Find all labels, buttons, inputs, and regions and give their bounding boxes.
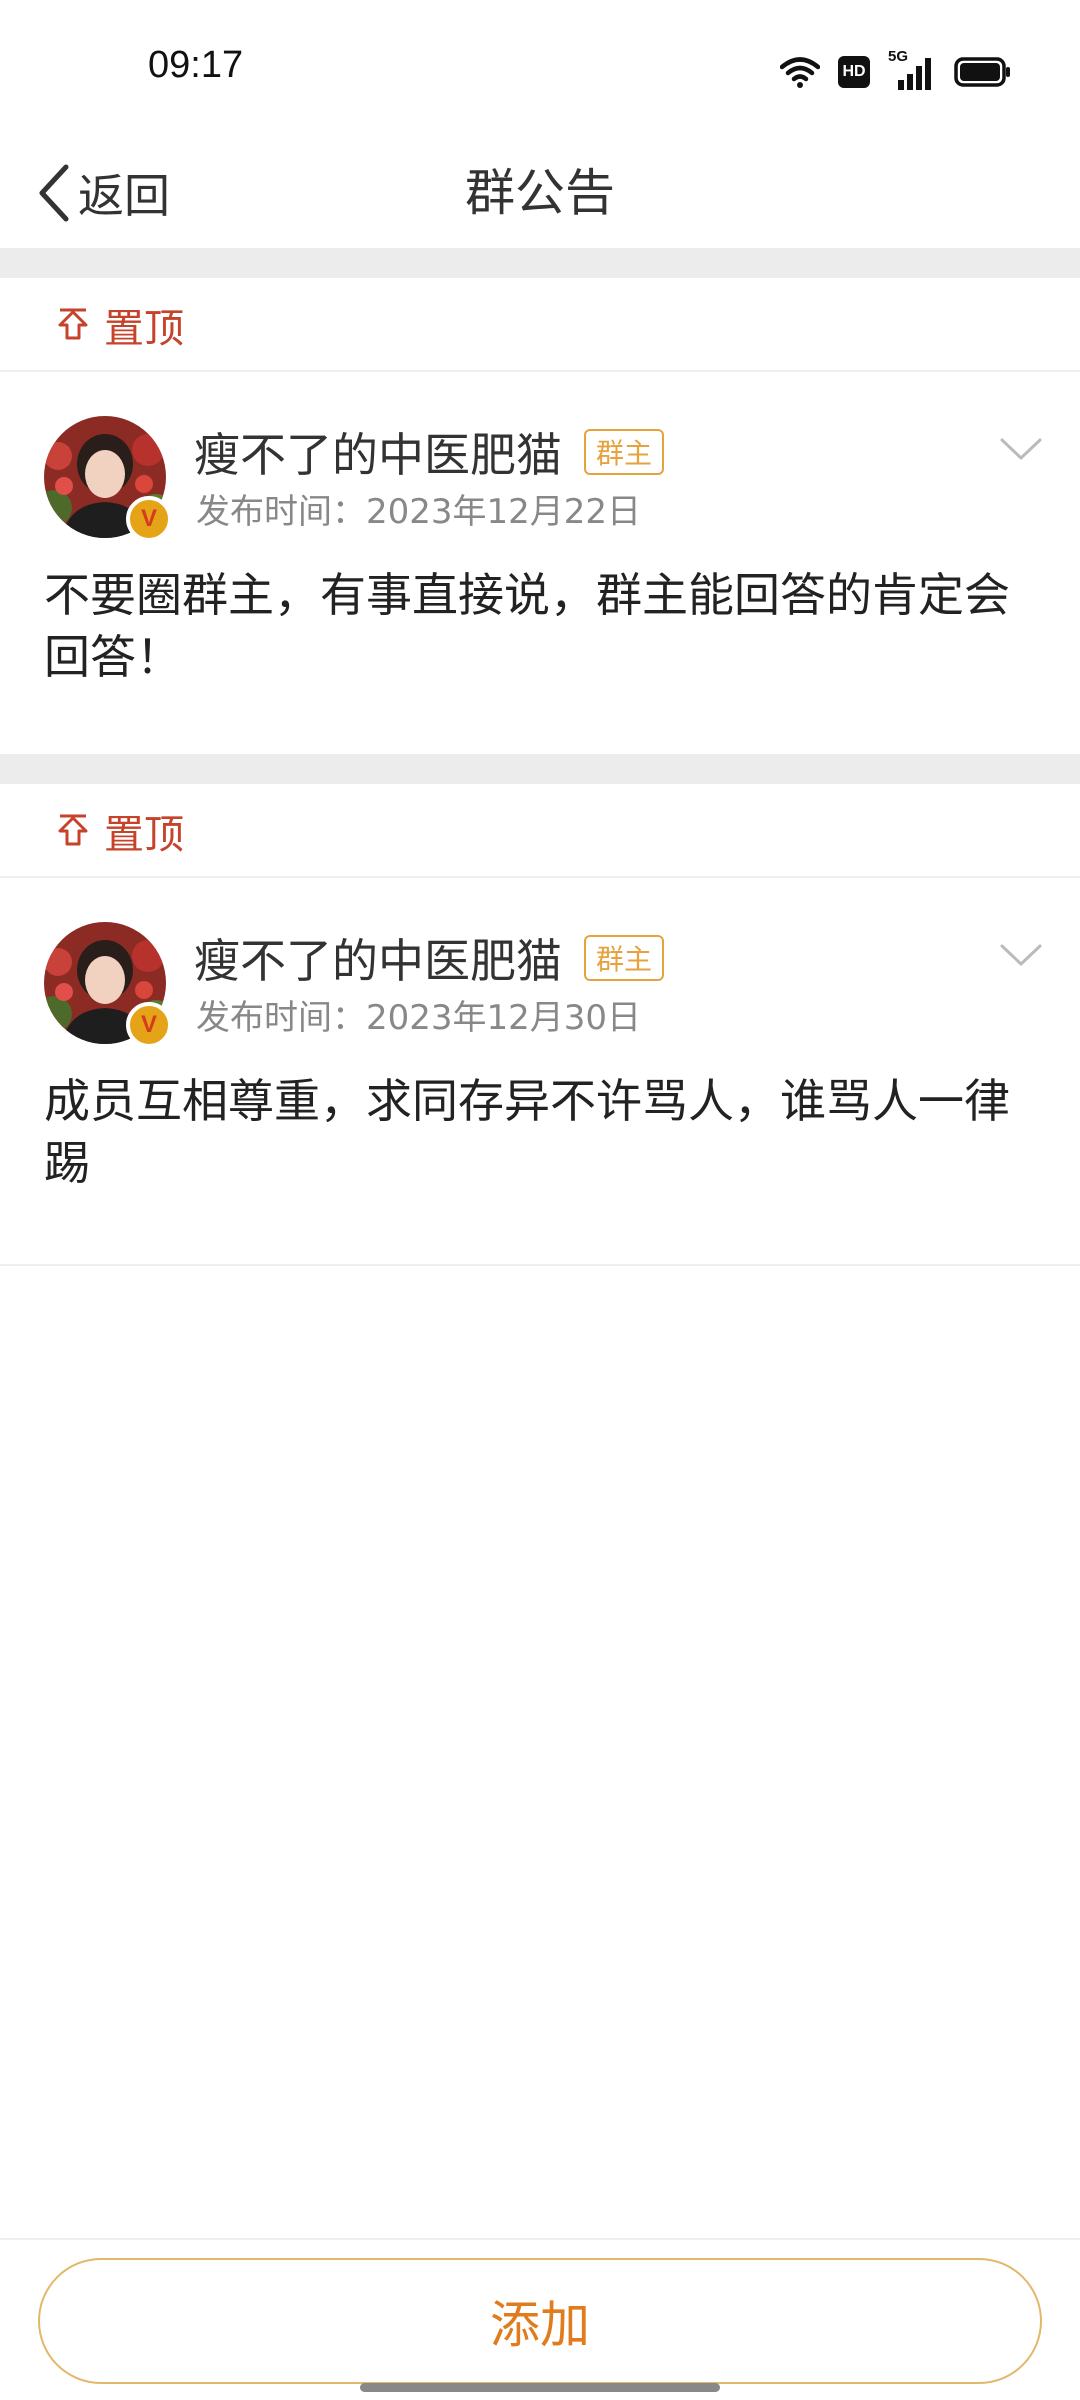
announcement-content: 不要圈群主，有事直接说，群主能回答的肯定会回答！: [44, 568, 1010, 684]
expand-button[interactable]: [996, 936, 1046, 976]
navigation-bar: 返回 群公告: [0, 140, 1080, 248]
status-icons: HD 5G: [780, 48, 1012, 92]
status-bar: 09:17 HD 5G: [0, 0, 1080, 140]
author-name: 瘦不了的中医肥猫: [194, 934, 562, 988]
announcement-content: 成员互相尊重，求同存异不许骂人，谁骂人一律踢: [44, 1074, 1010, 1190]
signal-icon: 5G: [888, 48, 936, 92]
pinned-label: 置顶: [104, 306, 184, 352]
home-indicator[interactable]: [360, 2383, 720, 2392]
author-name: 瘦不了的中医肥猫: [194, 428, 562, 482]
pinned-header: 置顶: [0, 278, 1080, 372]
pinned-label: 置顶: [104, 812, 184, 858]
section-separator: [0, 248, 1080, 278]
page-title: 群公告: [465, 164, 615, 222]
owner-badge: 群主: [584, 935, 665, 981]
publish-time: 发布时间：2023年12月30日: [196, 998, 642, 1038]
pin-top-icon: [58, 308, 88, 340]
bottom-bar: 添加: [0, 2238, 1080, 2400]
chevron-down-icon: [1000, 944, 1042, 966]
owner-badge: 群主: [584, 429, 665, 475]
wifi-icon: [780, 57, 820, 88]
chevron-down-icon: [1000, 438, 1042, 460]
expand-button[interactable]: [996, 430, 1046, 470]
avatar[interactable]: V: [44, 416, 172, 542]
verified-mark: V: [140, 1011, 157, 1038]
announcement-card: V 瘦不了的中医肥猫 群主 发布时间：2023年12月22日 不要圈群主，有事直…: [0, 374, 1080, 754]
verified-mark: V: [140, 505, 157, 532]
verified-badge-icon: V: [126, 1002, 172, 1048]
publish-time: 发布时间：2023年12月22日: [196, 492, 642, 532]
pin-top-icon: [58, 814, 88, 846]
announcement-card: V 瘦不了的中医肥猫 群主 发布时间：2023年12月30日 成员互相尊重，求同…: [0, 880, 1080, 1260]
avatar[interactable]: V: [44, 922, 172, 1048]
hd-icon: HD: [838, 56, 870, 88]
divider: [0, 1264, 1080, 1266]
verified-badge-icon: V: [126, 496, 172, 542]
add-button[interactable]: 添加: [38, 2258, 1042, 2384]
section-separator: [0, 754, 1080, 784]
pinned-header: 置顶: [0, 784, 1080, 878]
battery-icon: [954, 57, 1010, 87]
status-time: 09:17: [148, 44, 244, 86]
